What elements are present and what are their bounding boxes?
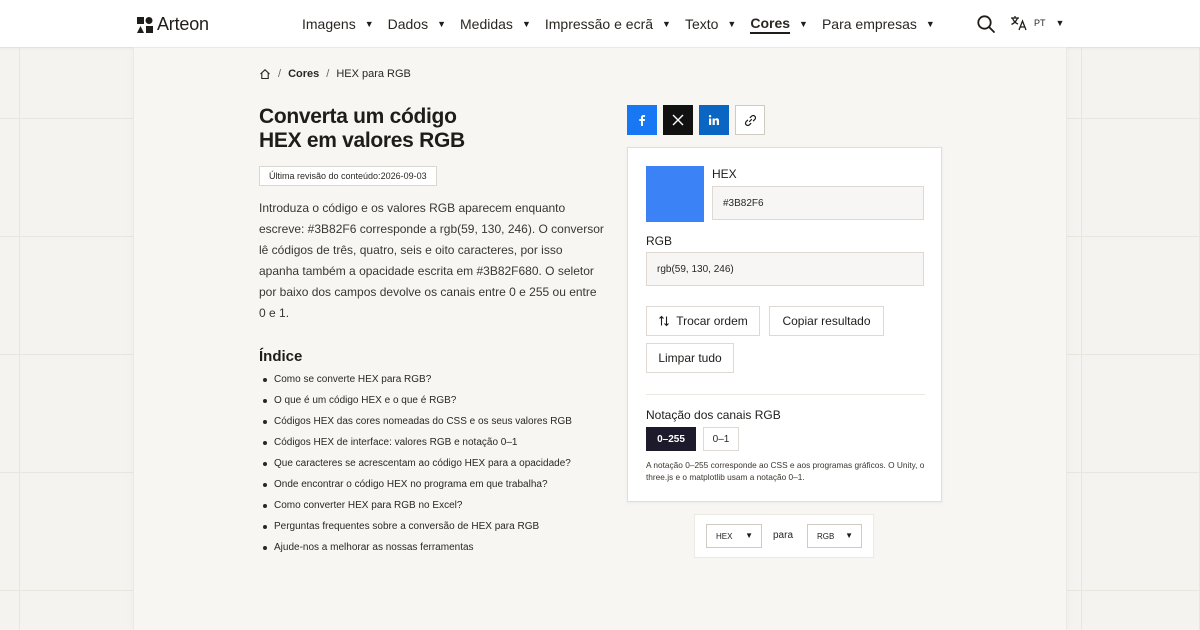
swap-order-label: Trocar ordem — [676, 314, 748, 328]
breadcrumb-separator: / — [326, 68, 330, 80]
page-title: Converta um código HEX em valores RGB — [259, 105, 559, 153]
nav-label: Cores — [750, 15, 791, 34]
notation-option-0-1[interactable]: 0–1 — [703, 427, 739, 451]
converter-panel: HEX RGB Trocar ordem Copiar resultado Li… — [627, 147, 942, 502]
language-code: PT — [1034, 18, 1046, 28]
to-format-select[interactable]: RGB ▼ — [807, 524, 862, 548]
logo-text: Arteon — [157, 14, 209, 34]
linkedin-icon — [708, 115, 719, 125]
nav-item-para-empresas[interactable]: Para empresas ▼ — [822, 0, 935, 48]
revision-label: Última revisão do conteúdo: — [269, 171, 381, 181]
caret-down-icon: ▼ — [1055, 18, 1065, 28]
direction-connector: para — [773, 530, 794, 541]
color-swatch[interactable] — [646, 166, 704, 222]
nav-item-imagens[interactable]: Imagens ▼ — [302, 0, 374, 48]
divider — [646, 394, 925, 395]
nav-label: Dados — [387, 16, 429, 32]
page-title-line-1: Converta um código — [259, 105, 457, 128]
nav-label: Medidas — [460, 16, 513, 32]
page-title-line-2: HEX em valores RGB — [259, 129, 465, 152]
main-content: / Cores / HEX para RGB Converta um códig… — [134, 48, 1066, 630]
copy-result-label: Copiar resultado — [782, 314, 871, 328]
toc-item[interactable]: Ajude-nos a melhorar as nossas ferrament… — [259, 541, 589, 555]
nav-label: Para empresas — [821, 16, 917, 32]
table-of-contents: Como se converte HEX para RGB? O que é u… — [259, 373, 589, 562]
breadcrumb-separator: / — [278, 68, 282, 80]
caret-down-icon: ▼ — [845, 531, 853, 540]
share-buttons — [627, 105, 765, 135]
breadcrumb: / Cores / HEX para RGB — [259, 68, 411, 80]
translate-icon — [1011, 16, 1027, 31]
logo-mark-icon — [137, 16, 153, 33]
hex-label: HEX — [712, 167, 737, 181]
from-format-value: HEX — [716, 531, 733, 541]
caret-down-icon: ▼ — [925, 19, 935, 29]
clear-all-label: Limpar tudo — [658, 351, 722, 365]
copy-link-button[interactable] — [735, 105, 765, 135]
to-format-value: RGB — [817, 531, 835, 541]
logo[interactable]: Arteon — [137, 14, 209, 35]
notation-note: A notação 0–255 corresponde ao CSS e aos… — [646, 460, 925, 482]
nav-label: Imagens — [302, 16, 356, 32]
share-x-button[interactable] — [663, 105, 693, 135]
caret-down-icon: ▼ — [799, 19, 808, 29]
nav-item-cores[interactable]: Cores ▼ — [750, 0, 808, 48]
copy-result-button[interactable]: Copiar resultado — [769, 306, 884, 336]
nav-item-texto[interactable]: Texto ▼ — [685, 0, 736, 48]
breadcrumb-item-current: HEX para RGB — [336, 68, 411, 80]
facebook-icon — [639, 115, 646, 126]
revision-badge: Última revisão do conteúdo: 2026-09-03 — [259, 166, 437, 186]
swap-arrows-icon — [659, 315, 670, 327]
toc-item[interactable]: Códigos HEX das cores nomeadas do CSS e … — [259, 415, 589, 429]
toc-item[interactable]: Como converter HEX para RGB no Excel? — [259, 499, 589, 513]
top-navigation-bar: Arteon Imagens ▼ Dados ▼ Medidas ▼ Impressã… — [0, 0, 1200, 48]
from-format-select[interactable]: HEX ▼ — [706, 524, 762, 548]
swap-order-button[interactable]: Trocar ordem — [646, 306, 760, 336]
breadcrumb-item-cores[interactable]: Cores — [288, 68, 319, 80]
notation-option-0-255[interactable]: 0–255 — [646, 427, 696, 451]
home-icon[interactable] — [259, 68, 271, 80]
clear-all-button[interactable]: Limpar tudo — [646, 343, 734, 373]
nav-item-dados[interactable]: Dados ▼ — [388, 0, 446, 48]
toc-item[interactable]: Onde encontrar o código HEX no programa … — [259, 478, 589, 492]
share-linkedin-button[interactable] — [699, 105, 729, 135]
nav-item-medidas[interactable]: Medidas ▼ — [460, 0, 531, 48]
nav-item-impressao-e-ecra[interactable]: Impressão e ecrã ▼ — [545, 0, 671, 48]
toc-item[interactable]: Como se converte HEX para RGB? — [259, 373, 589, 387]
x-icon — [672, 114, 684, 126]
notation-label: Notação dos canais RGB — [646, 408, 781, 422]
toc-item[interactable]: Perguntas frequentes sobre a conversão d… — [259, 520, 589, 534]
rgb-label: RGB — [646, 234, 673, 248]
caret-down-icon: ▼ — [727, 19, 737, 29]
caret-down-icon: ▼ — [662, 19, 671, 29]
toc-title: Índice — [259, 348, 303, 365]
rgb-input[interactable] — [646, 252, 924, 286]
caret-down-icon: ▼ — [521, 19, 531, 29]
language-selector[interactable]: PT ▼ — [1010, 15, 1064, 31]
toc-item[interactable]: Códigos HEX de interface: valores RGB e … — [259, 436, 589, 450]
revision-date: 2026-09-03 — [380, 171, 427, 181]
caret-down-icon: ▼ — [437, 19, 447, 29]
conversion-direction-bar: HEX ▼ para RGB ▼ — [694, 514, 874, 558]
nav-label: Texto — [684, 16, 719, 32]
search-icon — [977, 15, 995, 33]
search-button[interactable] — [976, 14, 996, 34]
toc-item[interactable]: O que é um código HEX e o que é RGB? — [259, 394, 589, 408]
intro-paragraph: Introduza o código e os valores RGB apar… — [259, 201, 604, 320]
main-nav: Imagens ▼ Dados ▼ Medidas ▼ Impressão e ecr… — [302, 0, 949, 48]
hex-input[interactable] — [712, 186, 924, 220]
toc-item[interactable]: Que caracteres se acrescentam ao código … — [259, 457, 589, 471]
caret-down-icon: ▼ — [745, 531, 753, 540]
share-facebook-button[interactable] — [627, 105, 657, 135]
caret-down-icon: ▼ — [364, 19, 374, 29]
link-icon — [744, 114, 756, 126]
nav-label: Impressão e ecrã — [544, 16, 654, 32]
